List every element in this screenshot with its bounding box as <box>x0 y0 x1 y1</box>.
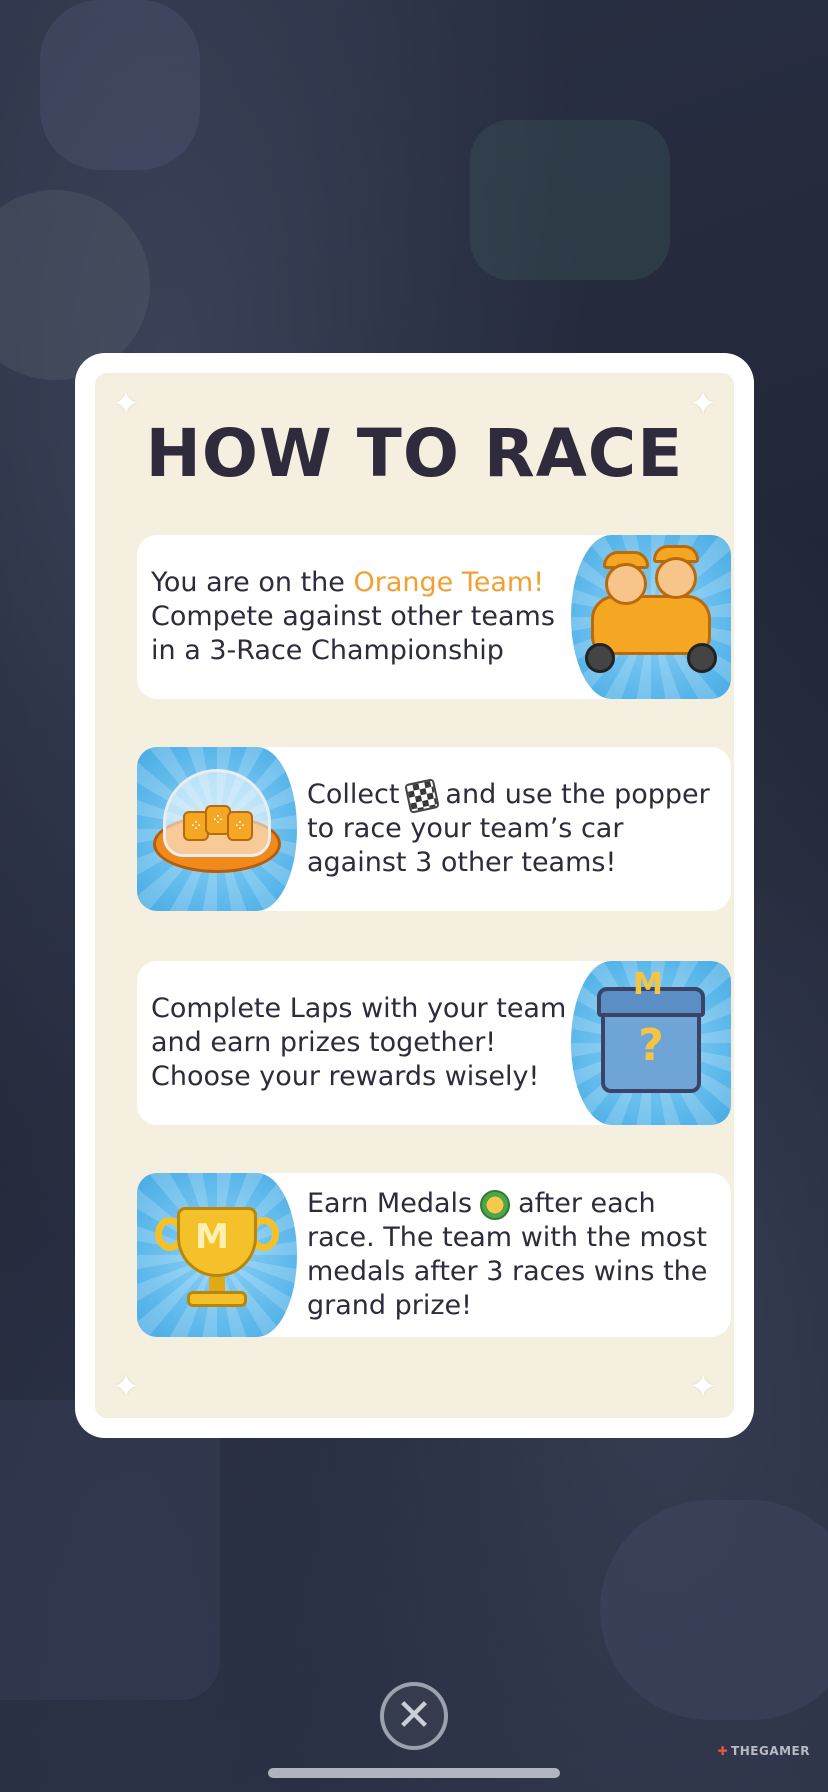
mystery-chest-icon: M ? <box>571 961 731 1125</box>
instruction-text: Complete Laps with your team and earn pr… <box>151 993 567 1092</box>
instruction-text: You are on the Orange Team! Compete agai… <box>151 535 571 699</box>
watermark-text: THEGAMER <box>731 1744 810 1758</box>
checkered-flag-icon <box>404 777 441 814</box>
race-car-team-icon <box>571 535 731 699</box>
instruction-text-part: You are on the <box>151 567 354 598</box>
medal-icon <box>480 1189 511 1220</box>
instruction-row-laps: Complete Laps with your team and earn pr… <box>137 961 731 1125</box>
how-to-race-modal: ✦ ✦ ✦ ✦ HOW TO RACE You are on the Orang… <box>75 353 754 1438</box>
trophy-icon: M <box>137 1173 297 1337</box>
corner-ornament-icon: ✦ <box>688 1367 718 1407</box>
instruction-text: Earn Medals after each race. The team wit… <box>307 1173 719 1337</box>
corner-ornament-icon: ✦ <box>111 1367 141 1407</box>
instruction-text: Collect and use the popper to race your t… <box>307 747 719 911</box>
close-x-icon: ✕ <box>395 1690 433 1741</box>
modal-panel: ✦ ✦ ✦ ✦ HOW TO RACE You are on the Orang… <box>95 373 734 1418</box>
instruction-text-part: Collect <box>307 779 400 810</box>
home-indicator[interactable] <box>268 1768 560 1778</box>
instruction-text-part: Compete against other teams in a 3-Race … <box>151 601 555 666</box>
watermark-logo: ✚ THEGAMER <box>717 1744 810 1758</box>
instruction-text-part: Earn Medals <box>307 1188 473 1219</box>
team-name-highlight: Orange Team! <box>353 567 545 598</box>
close-button[interactable]: ✕ <box>380 1682 448 1750</box>
instruction-row-team: You are on the Orange Team! Compete agai… <box>137 535 731 699</box>
dice-popper-icon: ⁘ ⁘ ⁘ <box>137 747 297 911</box>
modal-title: HOW TO RACE <box>145 415 684 492</box>
instruction-row-collect: ⁘ ⁘ ⁘ Collect and use the popper to race … <box>137 747 731 911</box>
instruction-row-medals: M Earn Medals after each race. The team w… <box>137 1173 731 1337</box>
